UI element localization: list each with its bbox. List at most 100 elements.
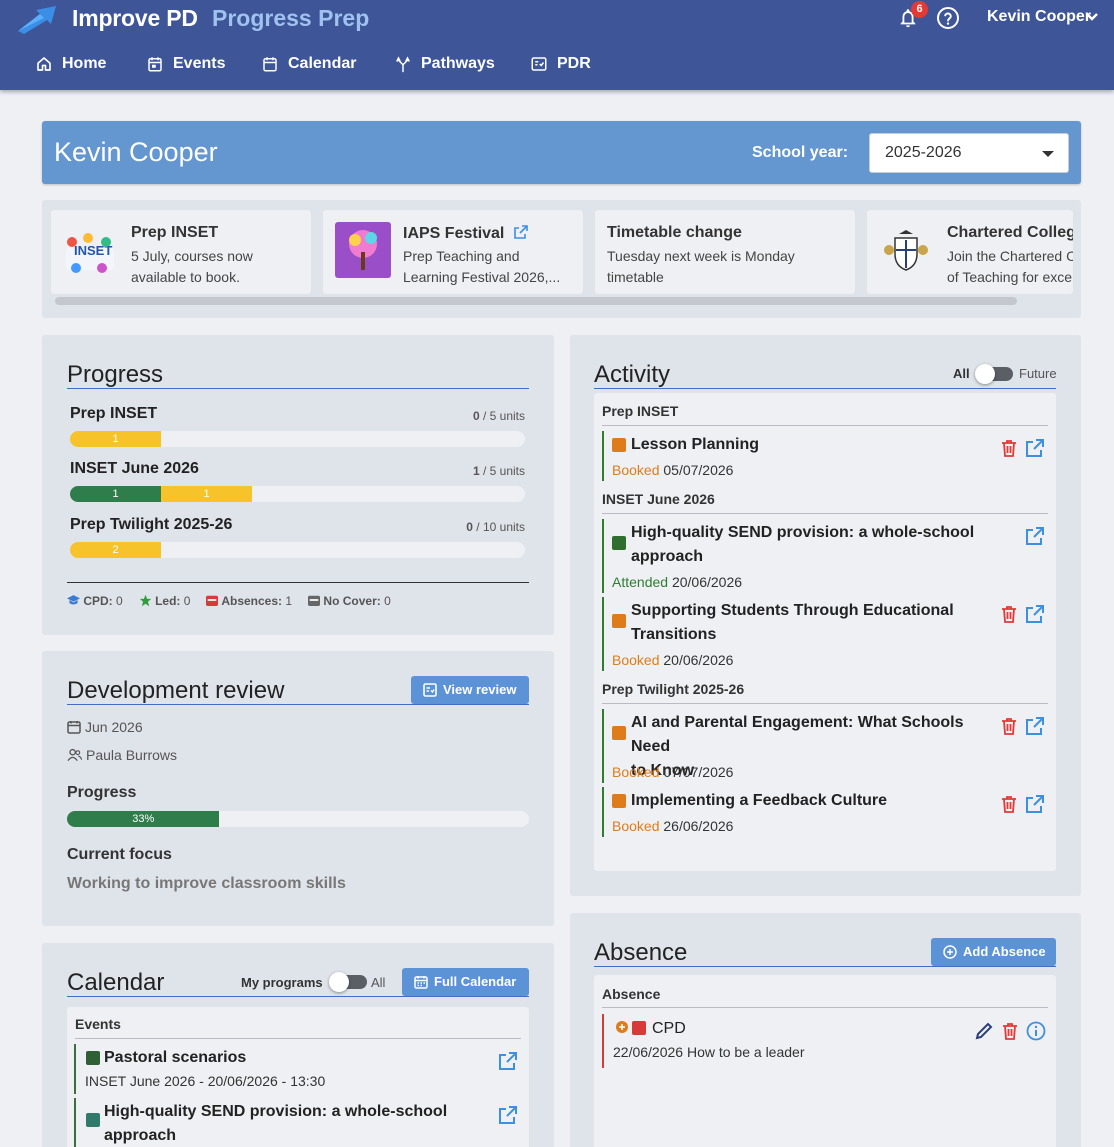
progress-segment-booked: 2 [70, 542, 161, 558]
calendar-filter-toggle[interactable] [329, 972, 367, 992]
divider [594, 388, 1056, 389]
program-units: 1 / 5 units [473, 464, 525, 478]
external-link-icon[interactable] [498, 1105, 518, 1125]
news-card[interactable]: Chartered College Join the Chartered C of… [867, 210, 1073, 294]
absence-item[interactable]: CPD 22/06/2026 How to be a leader [602, 1014, 1049, 1068]
divider [67, 388, 529, 389]
news-card[interactable]: INSET Prep INSET 5 July, courses now avai… [51, 210, 311, 294]
nav-label: PDR [557, 55, 591, 72]
info-icon[interactable] [1026, 1021, 1046, 1041]
absences-stat: Absences: 1 [206, 594, 292, 608]
stat-label: No Cover: [323, 594, 381, 608]
activity-date: 26/06/2026 [663, 818, 734, 834]
activity-item[interactable]: AI and Parental Engagement: What Schools… [602, 709, 1049, 783]
activity-item[interactable]: High-quality SEND provision: a whole-sch… [602, 519, 1049, 593]
event-title: High-quality SEND provision: a whole-sch… [104, 1100, 447, 1147]
nav-home[interactable]: Home [35, 52, 106, 76]
delete-icon[interactable] [999, 716, 1019, 736]
stat-value: 0 [183, 594, 191, 608]
user-menu[interactable]: Kevin Cooper [987, 8, 1091, 26]
activity-item[interactable]: Implementing a Feedback Culture Booked 26… [602, 787, 1049, 837]
nav-calendar[interactable]: Calendar [261, 52, 356, 76]
activity-title-line: AI and Parental Engagement: What Schools… [631, 714, 964, 755]
full-calendar-button[interactable]: Full Calendar [402, 968, 529, 996]
group-header: Absence [602, 986, 661, 1002]
absence-title: Absence [594, 939, 688, 966]
help-icon[interactable] [936, 6, 960, 30]
edit-pencil-icon[interactable] [974, 1021, 994, 1041]
program-progress-bar: 2 [70, 542, 525, 558]
add-absence-button[interactable]: Add Absence [931, 938, 1056, 966]
review-date-text: Jun 2026 [85, 719, 143, 735]
pending-icon [616, 1021, 628, 1033]
calendar-events-panel: Events Pastoral scenarios INSET June 202… [67, 1007, 529, 1147]
activity-status: Booked [612, 462, 660, 478]
program-name: Prep INSET [70, 405, 158, 422]
activity-item[interactable]: Lesson Planning Booked 05/07/2026 [602, 431, 1049, 481]
graduation-cap-icon [67, 595, 80, 605]
nav-events[interactable]: Events [146, 52, 225, 76]
news-desc: Join the Chartered C of Teaching for exce [947, 246, 1073, 288]
top-bar: Improve PD Progress Prep 6 Kevin Cooper … [0, 0, 1114, 90]
chevron-down-icon[interactable] [1085, 11, 1099, 23]
news-card[interactable]: IAPS Festival Prep Teaching and Learning … [323, 210, 583, 294]
development-review-card: Development review View review Jun 2026 … [42, 651, 554, 926]
nav-label: Calendar [288, 55, 357, 72]
activity-status-line: Booked 26/06/2026 [612, 818, 733, 834]
program-progress-bar: 11 [70, 486, 525, 502]
inset-logo-icon: INSET [66, 233, 114, 273]
delete-icon[interactable] [1000, 1021, 1020, 1041]
stat-value: 0 [384, 594, 391, 608]
progress-card: Progress CPD: 0 Led: 0 Absences: 1 No Co… [42, 335, 554, 635]
activity-status-line: Booked 20/06/2026 [612, 652, 733, 668]
calendar-event-item[interactable]: High-quality SEND provision: a whole-sch… [74, 1098, 522, 1147]
toggle-label-future: Future [1019, 366, 1057, 381]
activity-filter-toggle[interactable] [975, 364, 1013, 384]
external-link-icon[interactable] [513, 224, 529, 240]
external-link-icon[interactable] [1025, 604, 1045, 624]
school-year-label: School year: [752, 144, 849, 161]
nav-pathways[interactable]: Pathways [394, 52, 495, 76]
news-title: Prep INSET [131, 224, 219, 241]
activity-status-line: Booked 05/07/2026 [612, 462, 733, 478]
progress-segment-booked: 1 [70, 431, 161, 447]
divider [67, 582, 529, 583]
activity-title: Implementing a Feedback Culture [631, 789, 1001, 813]
review-icon [423, 683, 437, 697]
horizontal-scrollbar[interactable] [55, 297, 1017, 305]
activity-date: 20/06/2026 [663, 652, 734, 668]
calendar-event-item[interactable]: Pastoral scenarios INSET June 2026 - 20/… [74, 1044, 522, 1094]
delete-icon[interactable] [999, 604, 1019, 624]
delete-icon[interactable] [999, 438, 1019, 458]
nav-pdr[interactable]: PDR [530, 52, 591, 76]
profile-name: Kevin Cooper [54, 137, 218, 167]
absence-reason: How to be a leader [686, 1044, 805, 1060]
view-review-button[interactable]: View review [411, 676, 529, 704]
delete-icon[interactable] [999, 794, 1019, 814]
nav-label: Home [62, 55, 107, 72]
activity-item[interactable]: Supporting Students Through Educational T… [602, 597, 1049, 671]
school-year-select[interactable]: 2025-2026 [869, 133, 1069, 173]
external-link-icon[interactable] [498, 1051, 518, 1071]
external-link-icon[interactable] [1025, 526, 1045, 546]
calendar-icon [67, 721, 81, 734]
activity-title: Lesson Planning [631, 433, 1001, 457]
divider [67, 704, 529, 705]
brand-name[interactable]: Improve PD [72, 5, 198, 32]
program-units: 0 / 5 units [473, 409, 525, 423]
calendar-card: Calendar My programs All Full Calendar E… [42, 943, 554, 1147]
review-progress-fill: 33% [67, 811, 220, 827]
activity-title: Activity [594, 361, 671, 388]
activity-title-line: Lesson Planning [631, 436, 760, 453]
news-title: Timetable change [607, 224, 742, 241]
pdr-icon [531, 57, 547, 71]
news-title: Chartered College [947, 224, 1073, 241]
external-link-icon[interactable] [1025, 794, 1045, 814]
pathways-icon [396, 56, 410, 73]
external-link-icon[interactable] [1025, 438, 1045, 458]
profile-bar: Kevin Cooper School year: 2025-2026 [42, 121, 1081, 184]
external-link-icon[interactable] [1025, 716, 1045, 736]
news-card[interactable]: Timetable change Tuesday next week is Mo… [595, 210, 855, 294]
news-line: timetable [607, 269, 664, 285]
booked-icon [612, 794, 626, 808]
